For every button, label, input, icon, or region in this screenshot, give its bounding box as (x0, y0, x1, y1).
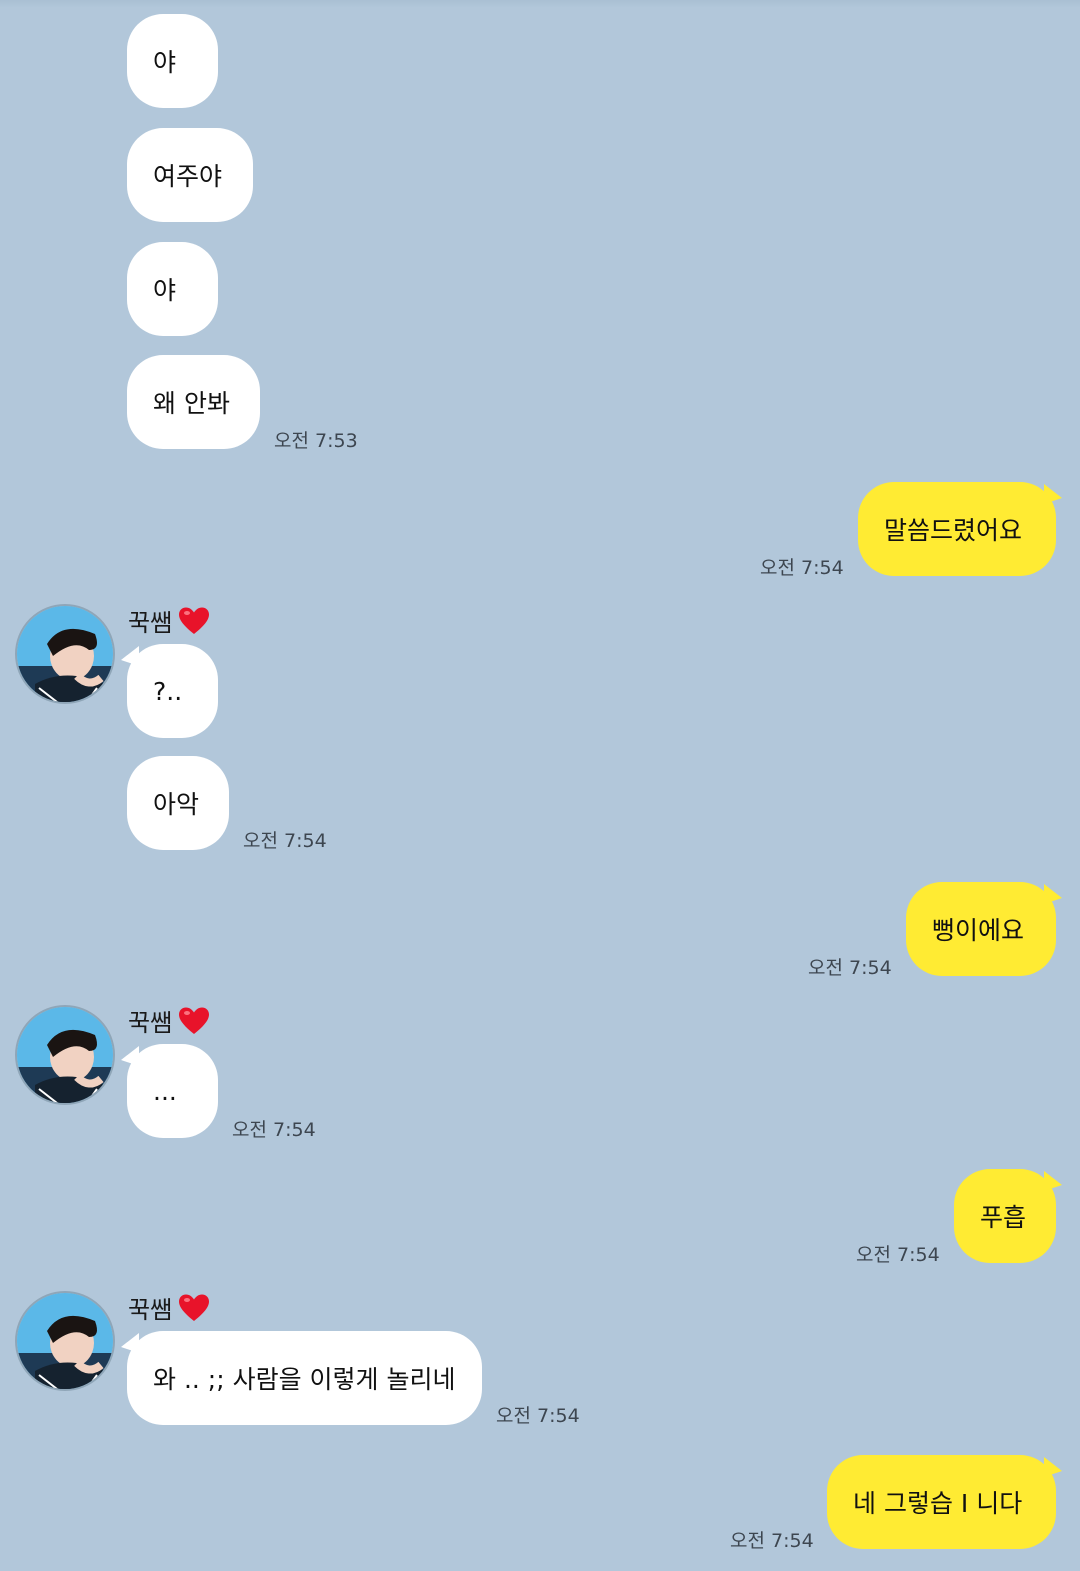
message-timestamp: 오전 7:54 (243, 830, 327, 852)
message-text: 네 그렇습 I 니다 (853, 1489, 1023, 1518)
heart-icon (179, 607, 210, 634)
message-text: 푸흡 (980, 1203, 1027, 1232)
heart-icon (179, 1294, 210, 1321)
message-timestamp: 오전 7:54 (496, 1405, 580, 1427)
sender-label: 꾹쌤 (128, 603, 210, 638)
message-text: 아악 (153, 790, 200, 819)
profile-photo-icon (17, 1007, 113, 1103)
message-text: 말씀드렸어요 (884, 516, 1023, 545)
bubble-tail (1044, 1171, 1062, 1191)
bubble-tail (1044, 484, 1062, 504)
message-text: 야 (153, 48, 177, 77)
message-text: 왜 안봐 (153, 389, 230, 418)
message-bubble-incoming[interactable]: 야 (127, 242, 218, 336)
sender-label: 꾹쌤 (128, 1290, 210, 1325)
message-text: 와 .. ;; 사람을 이렇게 놀리네 (153, 1365, 456, 1394)
message-text: ... (153, 1076, 177, 1106)
message-bubble-incoming[interactable]: 와 .. ;; 사람을 이렇게 놀리네 (127, 1331, 482, 1425)
message-timestamp: 오전 7:54 (856, 1244, 940, 1266)
sender-name: 꾹쌤 (128, 609, 173, 637)
message-bubble-incoming[interactable]: ?.. (127, 644, 218, 738)
message-bubble-outgoing[interactable]: 네 그렇습 I 니다 (827, 1455, 1056, 1549)
bubble-tail (1044, 884, 1062, 904)
message-timestamp: 오전 7:54 (232, 1119, 316, 1141)
profile-photo-icon (17, 1293, 113, 1389)
avatar[interactable] (15, 1291, 115, 1391)
sender-label: 꾹쌤 (128, 1003, 210, 1038)
message-bubble-incoming[interactable]: 여주야 (127, 128, 253, 222)
message-timestamp: 오전 7:54 (808, 957, 892, 979)
avatar[interactable] (15, 1005, 115, 1105)
status-shadow (0, 0, 1080, 8)
message-bubble-outgoing[interactable]: 말씀드렸어요 (858, 482, 1056, 576)
message-text: 야 (153, 276, 177, 305)
message-timestamp: 오전 7:54 (760, 557, 844, 579)
message-text: 뻥이에요 (932, 916, 1025, 945)
message-bubble-incoming[interactable]: 야 (127, 14, 218, 108)
message-timestamp: 오전 7:53 (274, 430, 358, 452)
sender-name: 꾹쌤 (128, 1296, 173, 1324)
message-bubble-outgoing[interactable]: 푸흡 (954, 1169, 1056, 1263)
sender-name: 꾹쌤 (128, 1009, 173, 1037)
message-text: 여주야 (153, 162, 223, 191)
message-bubble-incoming[interactable]: ... (127, 1044, 218, 1138)
message-bubble-outgoing[interactable]: 뻥이에요 (906, 882, 1056, 976)
profile-photo-icon (17, 606, 113, 702)
bubble-tail (1044, 1457, 1062, 1477)
message-text: ?.. (153, 676, 183, 706)
message-bubble-incoming[interactable]: 아악 (127, 756, 229, 850)
message-timestamp: 오전 7:54 (730, 1530, 814, 1552)
avatar[interactable] (15, 604, 115, 704)
heart-icon (179, 1007, 210, 1034)
message-bubble-incoming[interactable]: 왜 안봐 (127, 355, 260, 449)
